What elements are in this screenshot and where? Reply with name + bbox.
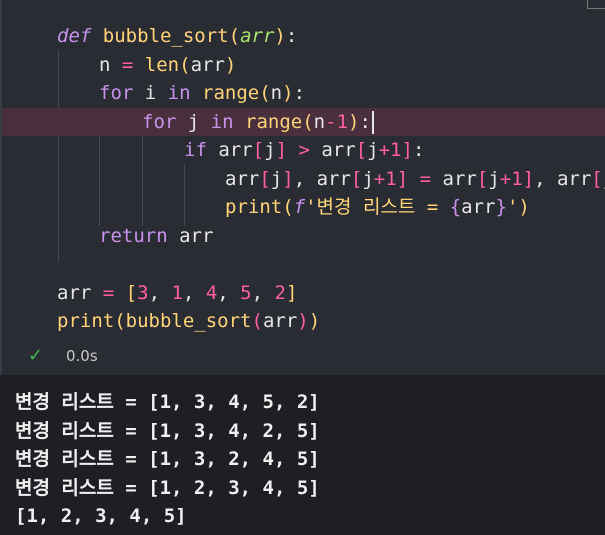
code-line: if arr[j] > arr[j+1]: xyxy=(184,139,425,161)
text-cursor xyxy=(372,111,374,134)
output-line: 변경 리스트 = [1, 3, 4, 5, 2] xyxy=(15,391,320,413)
code-line: print(f'변경 리스트 = {arr}') xyxy=(225,196,530,218)
code-line: arr = [3, 1, 4, 5, 2] xyxy=(57,282,298,304)
output-line: 변경 리스트 = [1, 2, 3, 4, 5] xyxy=(15,477,320,499)
execution-status: ✓ 0.0s xyxy=(2,343,605,373)
output-line: [1, 2, 3, 4, 5] xyxy=(15,505,187,527)
code-line: n = len(arr) xyxy=(99,54,237,76)
code-editor[interactable]: def bubble_sort(arr): n = len(arr) for i… xyxy=(2,0,605,340)
code-line-highlighted: for j in range(n-1): xyxy=(2,108,605,136)
output-line: 변경 리스트 = [1, 3, 2, 4, 5] xyxy=(15,448,320,470)
code-cell[interactable]: def bubble_sort(arr): n = len(arr) for i… xyxy=(0,0,605,375)
code-line: arr[j], arr[j+1] = arr[j+1], arr[j] xyxy=(225,168,605,190)
code-line: def bubble_sort(arr): xyxy=(57,25,298,47)
code-line: for i in range(n): xyxy=(99,82,306,104)
cell-output: 변경 리스트 = [1, 3, 4, 5, 2] 변경 리스트 = [1, 3,… xyxy=(0,378,605,535)
check-icon: ✓ xyxy=(28,345,44,366)
code-line: return arr xyxy=(99,225,214,247)
code-line: print(bubble_sort(arr)) xyxy=(57,310,321,332)
execution-time: 0.0s xyxy=(66,347,98,365)
output-line: 변경 리스트 = [1, 3, 4, 2, 5] xyxy=(15,420,320,442)
